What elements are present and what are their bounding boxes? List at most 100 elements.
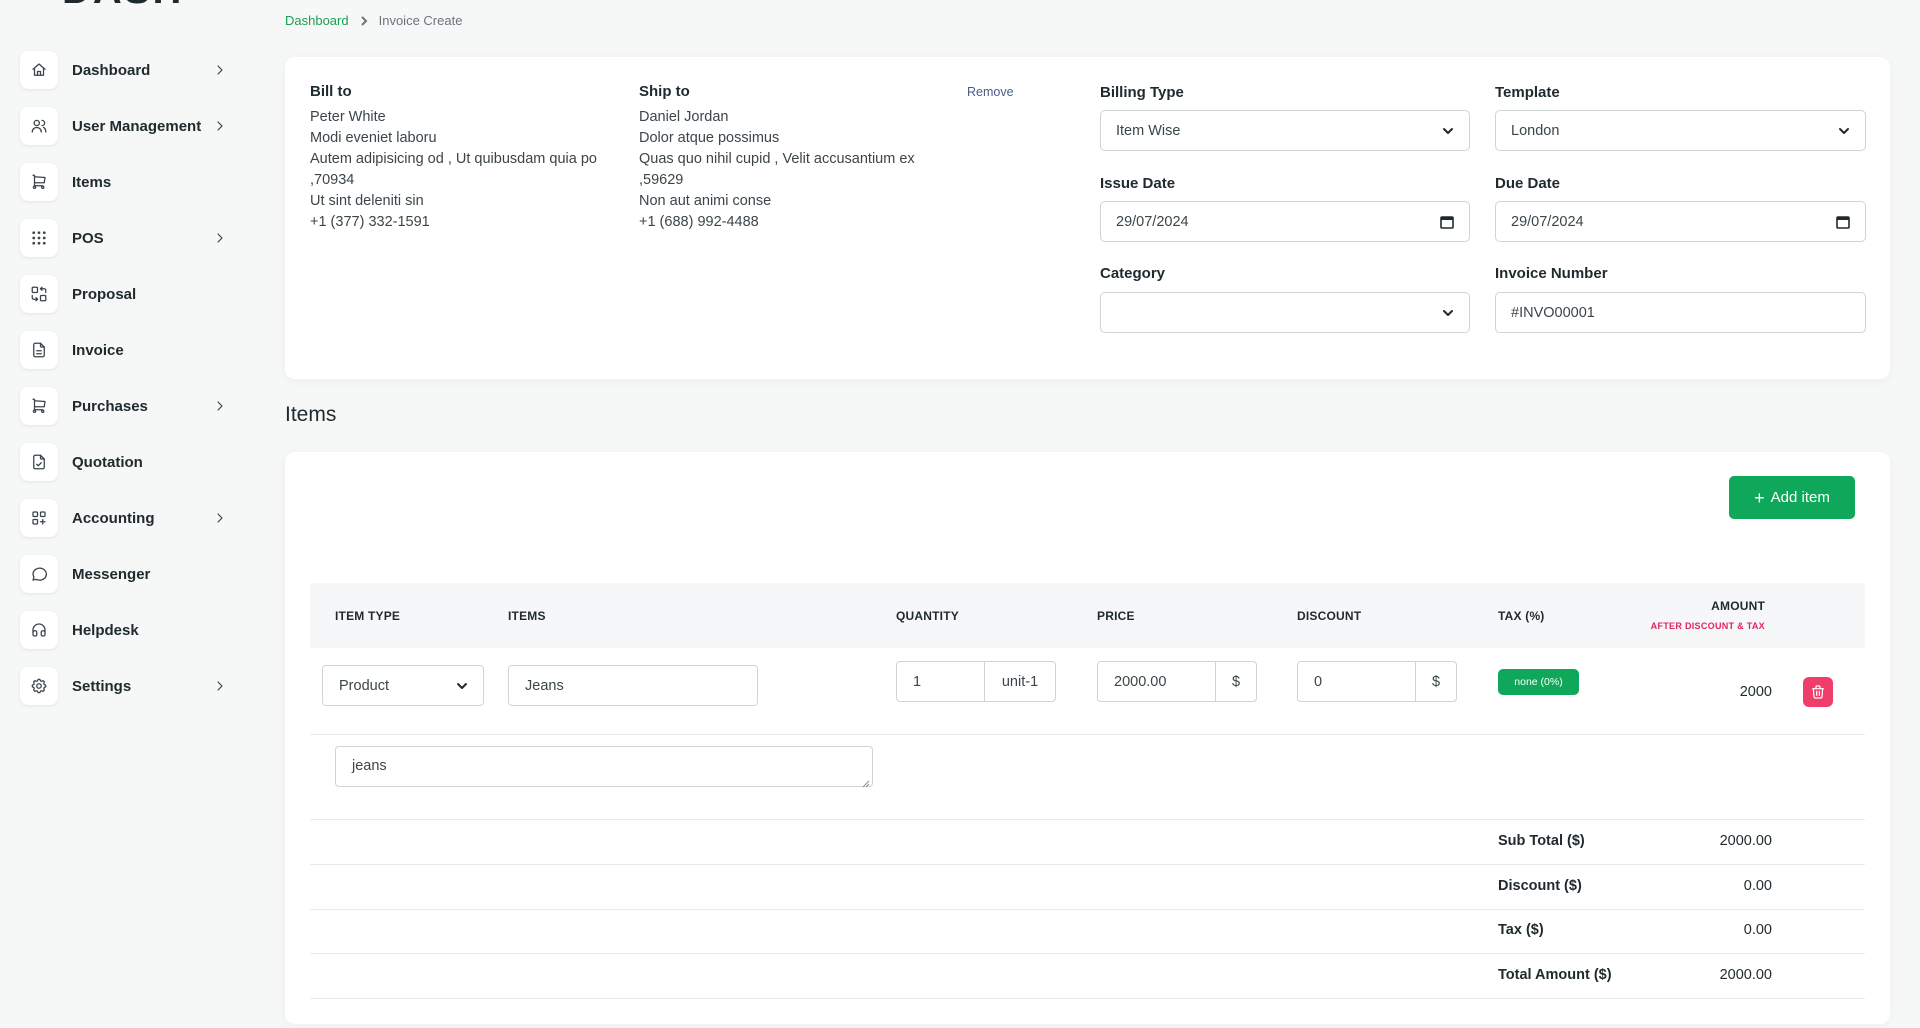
items-table-header: ITEM TYPE ITEMS QUANTITY PRICE DISCOUNT …	[310, 583, 1865, 648]
row-divider	[310, 909, 1865, 910]
quantity-value: 1	[913, 673, 922, 690]
items-card: + Add item ITEM TYPE ITEMS QUANTITY PRIC…	[285, 452, 1890, 1024]
chevron-right-icon	[359, 15, 369, 26]
item-amount: 2000	[1739, 684, 1772, 700]
discount-total-value: 0.00	[1743, 878, 1772, 894]
tax-total-value: 0.00	[1743, 922, 1772, 938]
issue-date-field[interactable]: 29/07/2024	[1100, 201, 1470, 242]
sidebar-item-items[interactable]: Items	[20, 162, 230, 202]
category-label: Category	[1100, 265, 1166, 282]
ship-to-title: Ship to	[639, 83, 690, 100]
item-name-input[interactable]: Jeans	[508, 665, 758, 706]
row-divider	[310, 953, 1865, 954]
items-section-title: Items	[285, 403, 337, 426]
discount-currency-addon: $	[1415, 661, 1457, 702]
sidebar-item-user-management[interactable]: User Management	[20, 106, 230, 146]
price-value: 2000.00	[1114, 673, 1167, 690]
sidebar-item-label: Accounting	[72, 509, 155, 527]
bill-to-line: ,70934	[310, 172, 355, 188]
item-description-value: jeans	[352, 758, 387, 774]
template-label: Template	[1495, 84, 1560, 101]
sidebar: DASH Dashboard User Management Items POS…	[0, 0, 262, 1028]
bill-to-line: Ut sint deleniti sin	[310, 193, 424, 209]
chevron-right-icon	[212, 62, 228, 78]
add-item-button[interactable]: + Add item	[1729, 476, 1855, 519]
row-divider	[310, 998, 1865, 999]
item-description-textarea[interactable]: jeans	[335, 746, 873, 788]
sidebar-item-pos[interactable]: POS	[20, 218, 230, 258]
grid-dots-icon	[20, 219, 58, 257]
resize-grip-icon[interactable]	[862, 776, 870, 788]
billing-type-select[interactable]: Item Wise	[1100, 110, 1470, 151]
ship-to-line: +1 (688) 992-4488	[639, 214, 759, 230]
sidebar-item-proposal[interactable]: Proposal	[20, 274, 230, 314]
sidebar-item-settings[interactable]: Settings	[20, 666, 230, 706]
sidebar-item-invoice[interactable]: Invoice	[20, 330, 230, 370]
column-header-item-type: ITEM TYPE	[335, 609, 401, 623]
cart-icon	[20, 387, 58, 425]
column-header-items: ITEMS	[508, 609, 546, 623]
template-value: London	[1511, 122, 1560, 139]
file-check-icon	[20, 443, 58, 481]
chevron-right-icon	[212, 510, 228, 526]
sidebar-item-accounting[interactable]: Accounting	[20, 498, 230, 538]
sidebar-item-dashboard[interactable]: Dashboard	[20, 50, 230, 90]
bill-to-title: Bill to	[310, 83, 352, 100]
plus-icon: +	[1754, 487, 1765, 508]
headphones-icon	[20, 611, 58, 649]
column-header-discount: DISCOUNT	[1297, 609, 1362, 623]
issue-date-value: 29/07/2024	[1116, 213, 1189, 230]
chevron-right-icon	[212, 678, 228, 694]
calendar-icon[interactable]	[1439, 214, 1455, 230]
chevron-down-icon	[455, 679, 469, 693]
sidebar-item-purchases[interactable]: Purchases	[20, 386, 230, 426]
home-icon	[20, 51, 58, 89]
breadcrumb-current: Invoice Create	[378, 13, 463, 28]
invoice-header-card: Bill to Peter White Modi eveniet laboru …	[285, 57, 1890, 379]
invoice-number-label: Invoice Number	[1495, 265, 1608, 282]
bill-to-line: +1 (377) 332-1591	[310, 214, 430, 230]
sidebar-item-label: Quotation	[72, 453, 143, 471]
price-input[interactable]: 2000.00	[1097, 661, 1216, 702]
column-header-amount-sub: AFTER DISCOUNT & TAX	[1650, 621, 1765, 631]
users-icon	[20, 107, 58, 145]
due-date-value: 29/07/2024	[1511, 213, 1584, 230]
remove-link[interactable]: Remove	[967, 85, 1014, 99]
template-select[interactable]: London	[1495, 110, 1866, 151]
row-divider	[310, 864, 1865, 865]
calendar-icon[interactable]	[1835, 214, 1851, 230]
breadcrumb-home-link[interactable]: Dashboard	[285, 13, 349, 28]
sidebar-item-messenger[interactable]: Messenger	[20, 554, 230, 594]
billing-type-label: Billing Type	[1100, 84, 1184, 101]
logo: DASH	[62, 0, 183, 13]
category-select[interactable]	[1100, 292, 1470, 333]
due-date-label: Due Date	[1495, 175, 1561, 192]
sidebar-item-quotation[interactable]: Quotation	[20, 442, 230, 482]
subtotal-label: Sub Total ($)	[1498, 833, 1585, 849]
total-amount-value: 2000.00	[1719, 967, 1772, 983]
ship-to-line: Daniel Jordan	[639, 109, 729, 125]
discount-input[interactable]: 0	[1297, 661, 1416, 702]
delete-item-button[interactable]	[1803, 677, 1833, 707]
row-divider	[310, 734, 1865, 735]
item-type-value: Product	[339, 677, 389, 694]
trash-icon	[1810, 684, 1826, 700]
invoice-number-value: #INVO00001	[1511, 304, 1595, 321]
due-date-field[interactable]: 29/07/2024	[1495, 201, 1866, 242]
invoice-number-field[interactable]: #INVO00001	[1495, 292, 1866, 333]
column-header-price: PRICE	[1097, 609, 1135, 623]
ship-to-line: Non aut animi conse	[639, 193, 772, 209]
quantity-input[interactable]: 1	[896, 661, 985, 702]
issue-date-label: Issue Date	[1100, 175, 1176, 192]
bill-to-line: Autem adipisicing od , Ut quibusdam quia…	[310, 151, 597, 167]
ship-to-line: ,59629	[639, 172, 684, 188]
sidebar-item-label: Purchases	[72, 397, 148, 415]
chevron-right-icon	[212, 118, 228, 134]
column-header-amount: AMOUNT	[1711, 599, 1765, 613]
unit-addon: unit-1	[984, 661, 1056, 702]
sidebar-item-helpdesk[interactable]: Helpdesk	[20, 610, 230, 650]
add-item-label: Add item	[1770, 489, 1830, 506]
tax-total-label: Tax ($)	[1498, 922, 1544, 938]
bill-to-line: Peter White	[310, 109, 386, 125]
item-type-select[interactable]: Product	[322, 665, 484, 706]
